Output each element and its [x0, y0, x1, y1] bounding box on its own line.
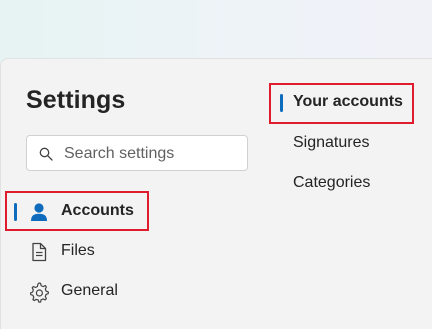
person-icon: [31, 203, 47, 221]
subnav-item-your-accounts[interactable]: Your accounts: [280, 86, 430, 118]
subnav-item-label: Signatures: [293, 134, 370, 151]
search-icon: [39, 147, 53, 161]
search-placeholder: Search settings: [64, 145, 175, 162]
subnav-item-label: Categories: [293, 174, 371, 191]
subnav-item-label: Your accounts: [293, 93, 403, 110]
nav-item-accounts[interactable]: Accounts: [14, 193, 244, 229]
search-settings-input[interactable]: Search settings: [26, 135, 248, 171]
subnav-item-categories[interactable]: Categories: [280, 167, 430, 199]
nav-item-general[interactable]: General: [14, 273, 244, 309]
nav-item-label: Accounts: [61, 202, 134, 219]
nav-item-label: General: [61, 282, 118, 299]
subnav-item-signatures[interactable]: Signatures: [280, 127, 430, 159]
nav-item-files[interactable]: Files: [14, 233, 244, 269]
document-icon: [32, 242, 47, 262]
selection-indicator: [14, 203, 17, 221]
settings-title: Settings: [26, 86, 126, 114]
nav-item-label: Files: [61, 242, 95, 259]
selection-indicator: [280, 94, 283, 112]
gear-icon: [30, 282, 49, 303]
